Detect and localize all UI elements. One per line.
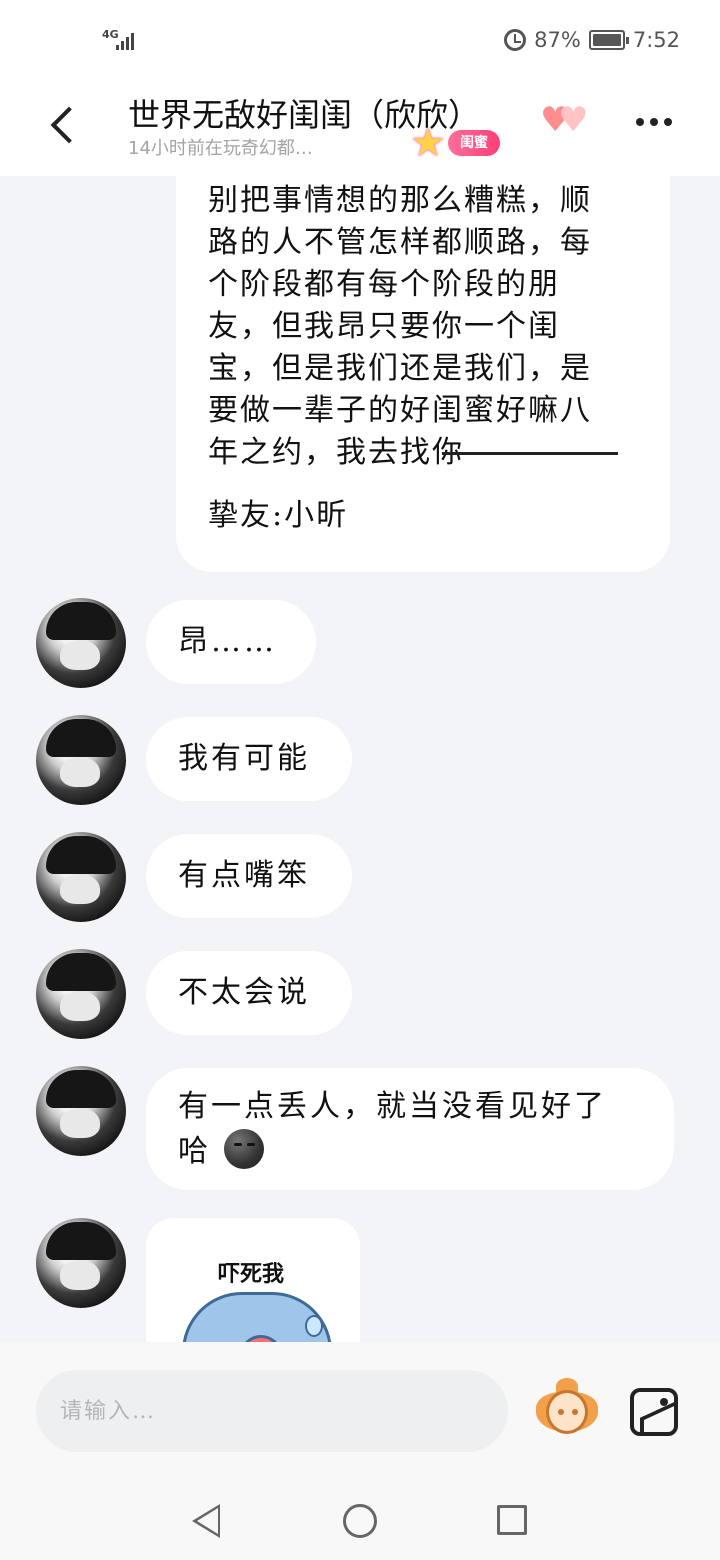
relationship-badge[interactable]: 闺蜜 [408, 120, 500, 166]
nav-back-icon[interactable] [192, 1504, 220, 1538]
relationship-label: 闺蜜 [448, 130, 500, 156]
message-bubble[interactable]: 昂…… [146, 600, 316, 684]
message-line: 哈 [178, 1134, 211, 1169]
message-bubble[interactable]: 不太会说 [146, 951, 352, 1035]
back-button[interactable] [44, 106, 84, 146]
contact-status: 14小时前在玩奇幻都… [128, 138, 313, 159]
chat-header: 世界无敌好闺闺（欣欣） 14小时前在玩奇幻都… 闺蜜 ♥♥ [0, 80, 720, 176]
avatar[interactable] [36, 1218, 126, 1308]
alarm-icon [504, 29, 527, 51]
message-bubble[interactable]: 有点嘴笨 [146, 834, 352, 918]
message-bubble-letter[interactable]: 别把事情想的那么糟糕，顺 路的人不管怎样都顺路，每 个阶段都有每个阶段的朋 友，… [176, 176, 670, 572]
status-bar: 4G 87% 7:52 [0, 0, 720, 80]
input-bar [0, 1342, 720, 1468]
message-input[interactable] [36, 1370, 508, 1452]
message-bubble-multiline[interactable]: 有一点丢人，就当没看见好了 哈 [146, 1068, 674, 1190]
avatar[interactable] [36, 715, 126, 805]
clock: 7:52 [632, 28, 680, 52]
system-nav-bar [0, 1468, 720, 1560]
sticker-caption: 吓死我 [218, 1262, 285, 1287]
avatar[interactable] [36, 949, 126, 1039]
message-line: 有一点丢人，就当没看见好了 [178, 1089, 607, 1124]
sticker-image [182, 1292, 332, 1342]
battery-percent: 87% [534, 28, 581, 52]
letter-signature: 挚友:小昕 [208, 498, 349, 533]
nav-home-icon[interactable] [343, 1504, 377, 1538]
message-bubble[interactable]: 我有可能 [146, 717, 352, 801]
chat-area[interactable]: 别把事情想的那么糟糕，顺 路的人不管怎样都顺路，每 个阶段都有每个阶段的朋 友，… [0, 176, 720, 1342]
sticker-message[interactable]: 吓死我 [146, 1218, 360, 1342]
image-picker-icon[interactable] [630, 1388, 678, 1436]
dark-face-emoji-icon [223, 1129, 264, 1169]
letter-text: 别把事情想的那么糟糕，顺 路的人不管怎样都顺路，每 个阶段都有每个阶段的朋 友，… [208, 183, 592, 470]
battery-icon [588, 30, 629, 50]
avatar[interactable] [36, 598, 126, 688]
more-options-button[interactable] [636, 118, 672, 126]
heart-icon[interactable]: ♥ ♥ [540, 102, 596, 138]
star-icon [408, 120, 454, 166]
divider [442, 452, 618, 455]
avatar[interactable] [36, 1066, 126, 1156]
nav-recents-icon[interactable] [497, 1505, 527, 1535]
avatar[interactable] [36, 832, 126, 922]
emoji-picker-icon[interactable] [536, 1378, 598, 1440]
signal-icon [116, 30, 134, 50]
